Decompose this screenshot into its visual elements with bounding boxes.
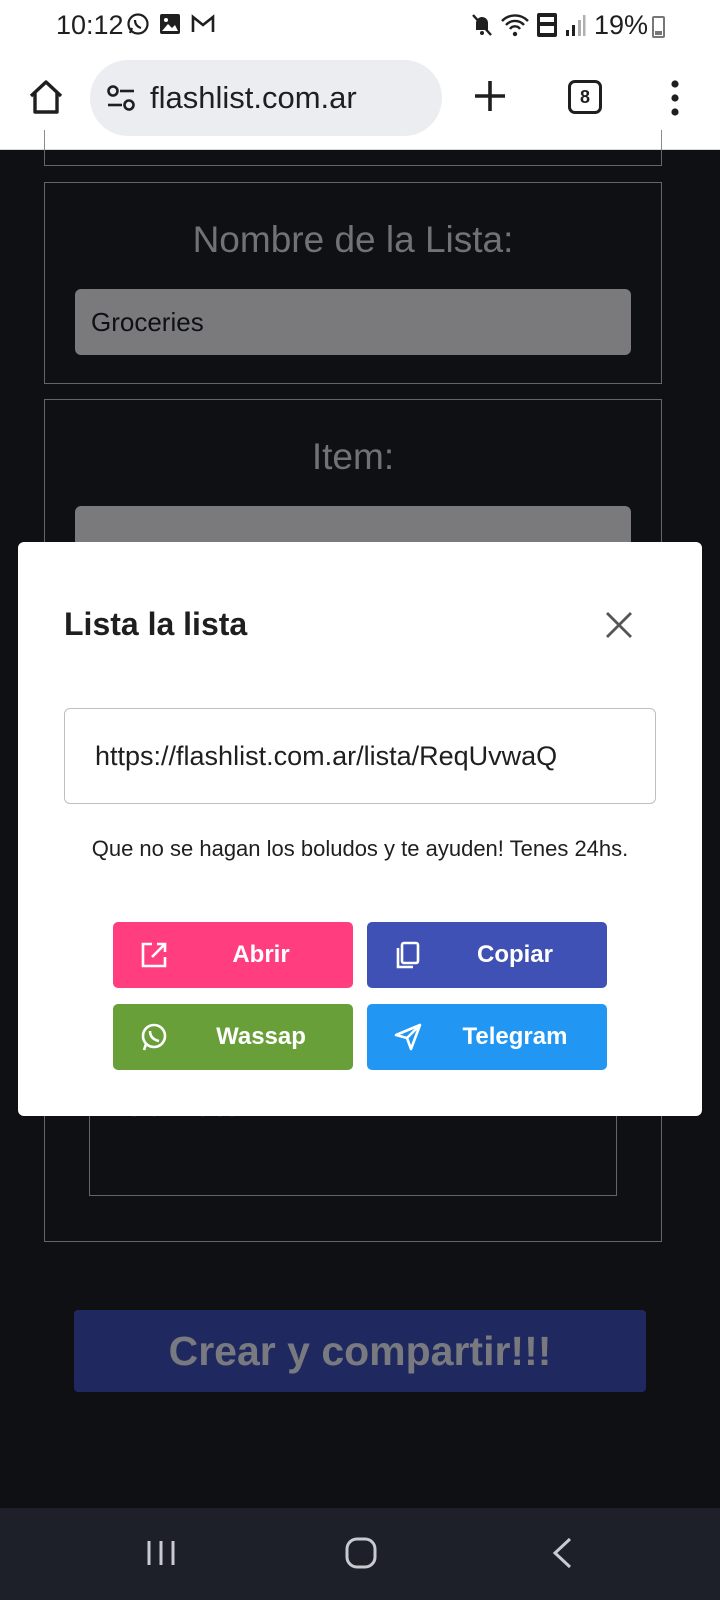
copy-button-label: Copiar bbox=[476, 941, 553, 968]
status-bar: 10:12 19% bbox=[0, 0, 720, 52]
mute-icon bbox=[472, 14, 492, 36]
notification-icons bbox=[126, 12, 216, 36]
status-time: 10:12 bbox=[56, 10, 124, 40]
more-menu-icon[interactable] bbox=[660, 78, 690, 118]
whatsapp-button-label: Wassap bbox=[216, 1023, 306, 1050]
site-settings-icon[interactable] bbox=[106, 84, 136, 112]
address-bar[interactable]: flashlist.com.ar bbox=[90, 60, 442, 136]
tab-switcher-button[interactable]: 8 bbox=[568, 80, 602, 114]
gallery-icon bbox=[160, 14, 180, 34]
home-icon[interactable] bbox=[26, 77, 66, 117]
modal-message: Que no se hagan los boludos y te ayuden!… bbox=[91, 836, 629, 861]
back-icon[interactable] bbox=[550, 1536, 574, 1570]
open-button-label: Abrir bbox=[232, 941, 290, 968]
wifi-icon bbox=[501, 14, 529, 37]
whatsapp-icon bbox=[141, 1023, 167, 1051]
open-button[interactable]: Abrir bbox=[113, 922, 353, 988]
system-icons bbox=[470, 12, 586, 38]
send-icon bbox=[394, 1023, 422, 1051]
whatsapp-icon bbox=[127, 13, 149, 35]
telegram-share-button[interactable]: Telegram bbox=[367, 1004, 607, 1070]
battery-icon bbox=[652, 16, 665, 38]
share-modal: Lista la lista Que no se hagan los bolud… bbox=[18, 542, 702, 1116]
close-icon[interactable] bbox=[604, 610, 634, 640]
copy-button[interactable]: Copiar bbox=[367, 922, 607, 988]
share-link-field[interactable] bbox=[64, 708, 656, 804]
gmail-icon bbox=[191, 14, 215, 32]
home-nav-icon[interactable] bbox=[344, 1536, 378, 1570]
volte-4g-icon bbox=[537, 13, 557, 37]
signal-icon bbox=[566, 15, 586, 36]
recents-icon[interactable] bbox=[145, 1538, 177, 1568]
modal-title: Lista la lista bbox=[64, 606, 248, 642]
new-tab-icon[interactable] bbox=[470, 76, 510, 116]
system-nav-bar bbox=[0, 1508, 720, 1600]
screen: 10:12 19% flashlist.com.ar 8 Nombre de l… bbox=[0, 0, 720, 1600]
url-text[interactable]: flashlist.com.ar bbox=[150, 80, 357, 116]
whatsapp-share-button[interactable]: Wassap bbox=[113, 1004, 353, 1070]
battery-percent: 19% bbox=[594, 10, 649, 40]
copy-icon bbox=[396, 941, 420, 969]
telegram-button-label: Telegram bbox=[462, 1023, 568, 1050]
open-external-icon bbox=[141, 942, 167, 968]
